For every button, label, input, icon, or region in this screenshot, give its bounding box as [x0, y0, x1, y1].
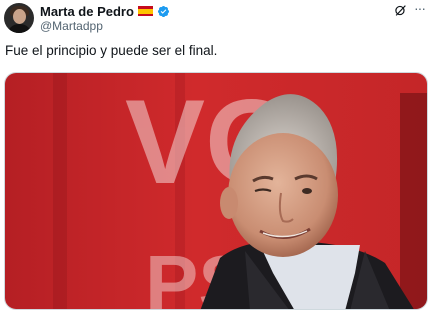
- author-display-name[interactable]: Marta de Pedro: [40, 4, 134, 19]
- spain-flag-icon: [137, 6, 153, 16]
- avatar-face: [13, 9, 26, 24]
- verified-badge-icon: [157, 5, 169, 17]
- more-options-icon[interactable]: ···: [414, 1, 430, 16]
- author-name-row: Marta de Pedro: [40, 3, 170, 19]
- author-handle[interactable]: @Martadpp: [40, 19, 103, 33]
- tweet-media-image[interactable]: VO PSO: [4, 72, 428, 310]
- tweet-text: Fue el principio y puede ser el final.: [5, 43, 218, 58]
- tweet-card[interactable]: Marta de Pedro @Martadpp ··· Fue el prin…: [0, 0, 439, 319]
- avatar[interactable]: [4, 3, 34, 33]
- grok-icon[interactable]: [394, 4, 407, 17]
- avatar-shoulders: [7, 24, 32, 33]
- media-photo: VO PSO: [5, 73, 427, 309]
